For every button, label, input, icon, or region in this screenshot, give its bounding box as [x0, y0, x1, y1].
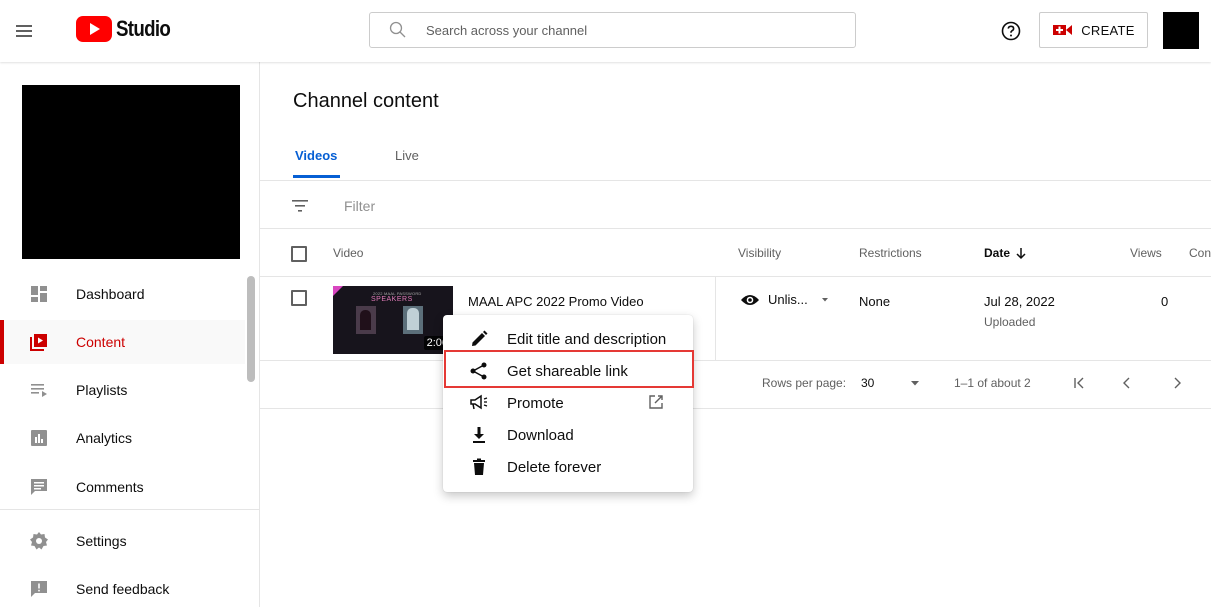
menu-item-download[interactable]: Download — [443, 419, 693, 451]
sidebar-item-label: Analytics — [76, 430, 133, 446]
sidebar-item-settings[interactable]: Settings — [0, 519, 245, 563]
share-icon — [470, 362, 487, 380]
row-divider — [260, 360, 1211, 361]
first-page-icon[interactable] — [1072, 376, 1086, 390]
speaker-photo-2-figure — [407, 308, 419, 330]
hamburger-menu-icon[interactable] — [12, 19, 36, 43]
rows-per-page-dropdown-icon[interactable] — [908, 378, 922, 388]
eye-icon — [741, 294, 759, 305]
sidebar-divider — [0, 509, 259, 510]
thumbnail-corner-badge — [333, 286, 343, 296]
page-title: Channel content — [293, 90, 439, 112]
dropdown-arrow-icon — [821, 297, 828, 301]
row-column-divider — [715, 276, 716, 360]
create-button[interactable]: CREATE — [1039, 12, 1148, 48]
restrictions-value: None — [859, 294, 891, 309]
rows-per-page-value[interactable]: 30 — [861, 376, 874, 390]
trash-icon — [473, 458, 485, 475]
filter-divider — [260, 228, 1211, 229]
youtube-play-icon — [76, 16, 112, 42]
column-header-restrictions[interactable]: Restrictions — [859, 246, 922, 260]
video-options-menu: Edit title and description Get shareable… — [443, 315, 693, 492]
sidebar-item-label: Settings — [76, 533, 127, 549]
active-tab-indicator — [293, 175, 340, 178]
sidebar-item-label: Comments — [76, 479, 144, 495]
filter-input[interactable]: Filter — [344, 198, 375, 214]
rows-per-page-label: Rows per page: — [762, 376, 847, 390]
sidebar-scrollbar[interactable] — [247, 276, 255, 382]
menu-item-label: Get shareable link — [507, 363, 628, 380]
column-header-visibility[interactable]: Visibility — [738, 246, 781, 260]
sidebar-item-dashboard[interactable]: Dashboard — [0, 272, 245, 316]
views-value: 0 — [1161, 294, 1169, 309]
video-camera-icon — [1053, 25, 1073, 35]
header-divider — [260, 276, 1211, 277]
menu-item-promote[interactable]: Promote — [443, 387, 693, 419]
menu-item-label: Promote — [507, 395, 564, 412]
menu-item-get-shareable-link[interactable]: Get shareable link — [443, 355, 693, 387]
pagination-divider — [260, 408, 1211, 409]
sidebar-item-comments[interactable]: Comments — [0, 465, 245, 509]
tabs-divider — [260, 180, 1211, 181]
date-status: Uploaded — [984, 315, 1036, 329]
settings-icon — [30, 532, 48, 550]
dashboard-icon — [31, 286, 47, 302]
select-all-checkbox[interactable] — [291, 246, 307, 262]
column-header-date[interactable]: Date — [984, 246, 1028, 260]
column-header-video[interactable]: Video — [333, 246, 363, 260]
arrow-down-icon — [1016, 248, 1026, 260]
thumbnail-title: SPEAKERS — [371, 296, 413, 303]
menu-item-delete-forever[interactable]: Delete forever — [443, 451, 693, 483]
playlists-icon — [31, 384, 47, 397]
menu-item-label: Delete forever — [507, 459, 602, 476]
previous-page-icon[interactable] — [1120, 376, 1134, 390]
search-input[interactable] — [426, 22, 806, 38]
filter-icon[interactable] — [290, 196, 310, 216]
sidebar-item-label: Dashboard — [76, 286, 145, 302]
sidebar-item-playlists[interactable]: Playlists — [0, 368, 245, 412]
sidebar-item-content[interactable]: Content — [0, 320, 245, 364]
studio-logo[interactable]: Studio — [76, 16, 180, 42]
video-thumbnail[interactable]: 2022 MAAL PASSWORD SPEAKERS 2:06 — [333, 286, 453, 354]
menu-item-label: Edit title and description — [507, 331, 667, 348]
create-label: CREATE — [1081, 22, 1135, 38]
sidebar-item-analytics[interactable]: Analytics — [0, 416, 245, 460]
analytics-icon — [31, 430, 47, 446]
account-avatar[interactable] — [1163, 12, 1199, 49]
visibility-value: Unlis... — [768, 292, 808, 307]
visibility-dropdown[interactable]: Unlis... — [740, 292, 834, 307]
pencil-icon — [472, 330, 488, 346]
speaker-photo-1-figure — [360, 310, 371, 330]
content-icon — [30, 334, 47, 351]
download-icon — [473, 427, 485, 443]
external-link-icon — [649, 395, 663, 409]
search-bar[interactable] — [369, 12, 856, 48]
column-header-date-label: Date — [984, 246, 1011, 260]
column-header-comments[interactable]: Con — [1189, 246, 1211, 260]
sidebar-item-send-feedback[interactable]: Send feedback — [0, 567, 245, 607]
search-icon — [389, 21, 406, 38]
tab-videos[interactable]: Videos — [295, 148, 337, 163]
sidebar-item-label: Content — [76, 334, 126, 350]
menu-item-edit-title[interactable]: Edit title and description — [443, 323, 693, 355]
feedback-icon — [31, 581, 47, 597]
date-value: Jul 28, 2022 — [984, 294, 1055, 309]
menu-item-label: Download — [507, 427, 574, 444]
sidebar-item-label: Send feedback — [76, 581, 170, 597]
top-bar: Studio CREATE — [0, 0, 1211, 62]
help-icon[interactable] — [1000, 20, 1022, 42]
column-header-views[interactable]: Views — [1130, 246, 1162, 260]
sidebar-item-label: Playlists — [76, 382, 128, 398]
logo-text: Studio — [116, 16, 171, 41]
row-checkbox[interactable] — [291, 290, 307, 306]
video-title[interactable]: MAAL APC 2022 Promo Video — [468, 294, 644, 309]
megaphone-icon — [470, 394, 488, 410]
tab-live[interactable]: Live — [395, 148, 419, 163]
comments-icon — [31, 479, 47, 495]
main-content: Channel content Videos Live Filter Video… — [260, 62, 1211, 607]
sidebar: Dashboard Content Playlists Analytics Co… — [0, 62, 260, 607]
channel-avatar[interactable] — [22, 85, 240, 259]
next-page-icon[interactable] — [1170, 376, 1184, 390]
pagination-range: 1–1 of about 2 — [954, 376, 1031, 390]
